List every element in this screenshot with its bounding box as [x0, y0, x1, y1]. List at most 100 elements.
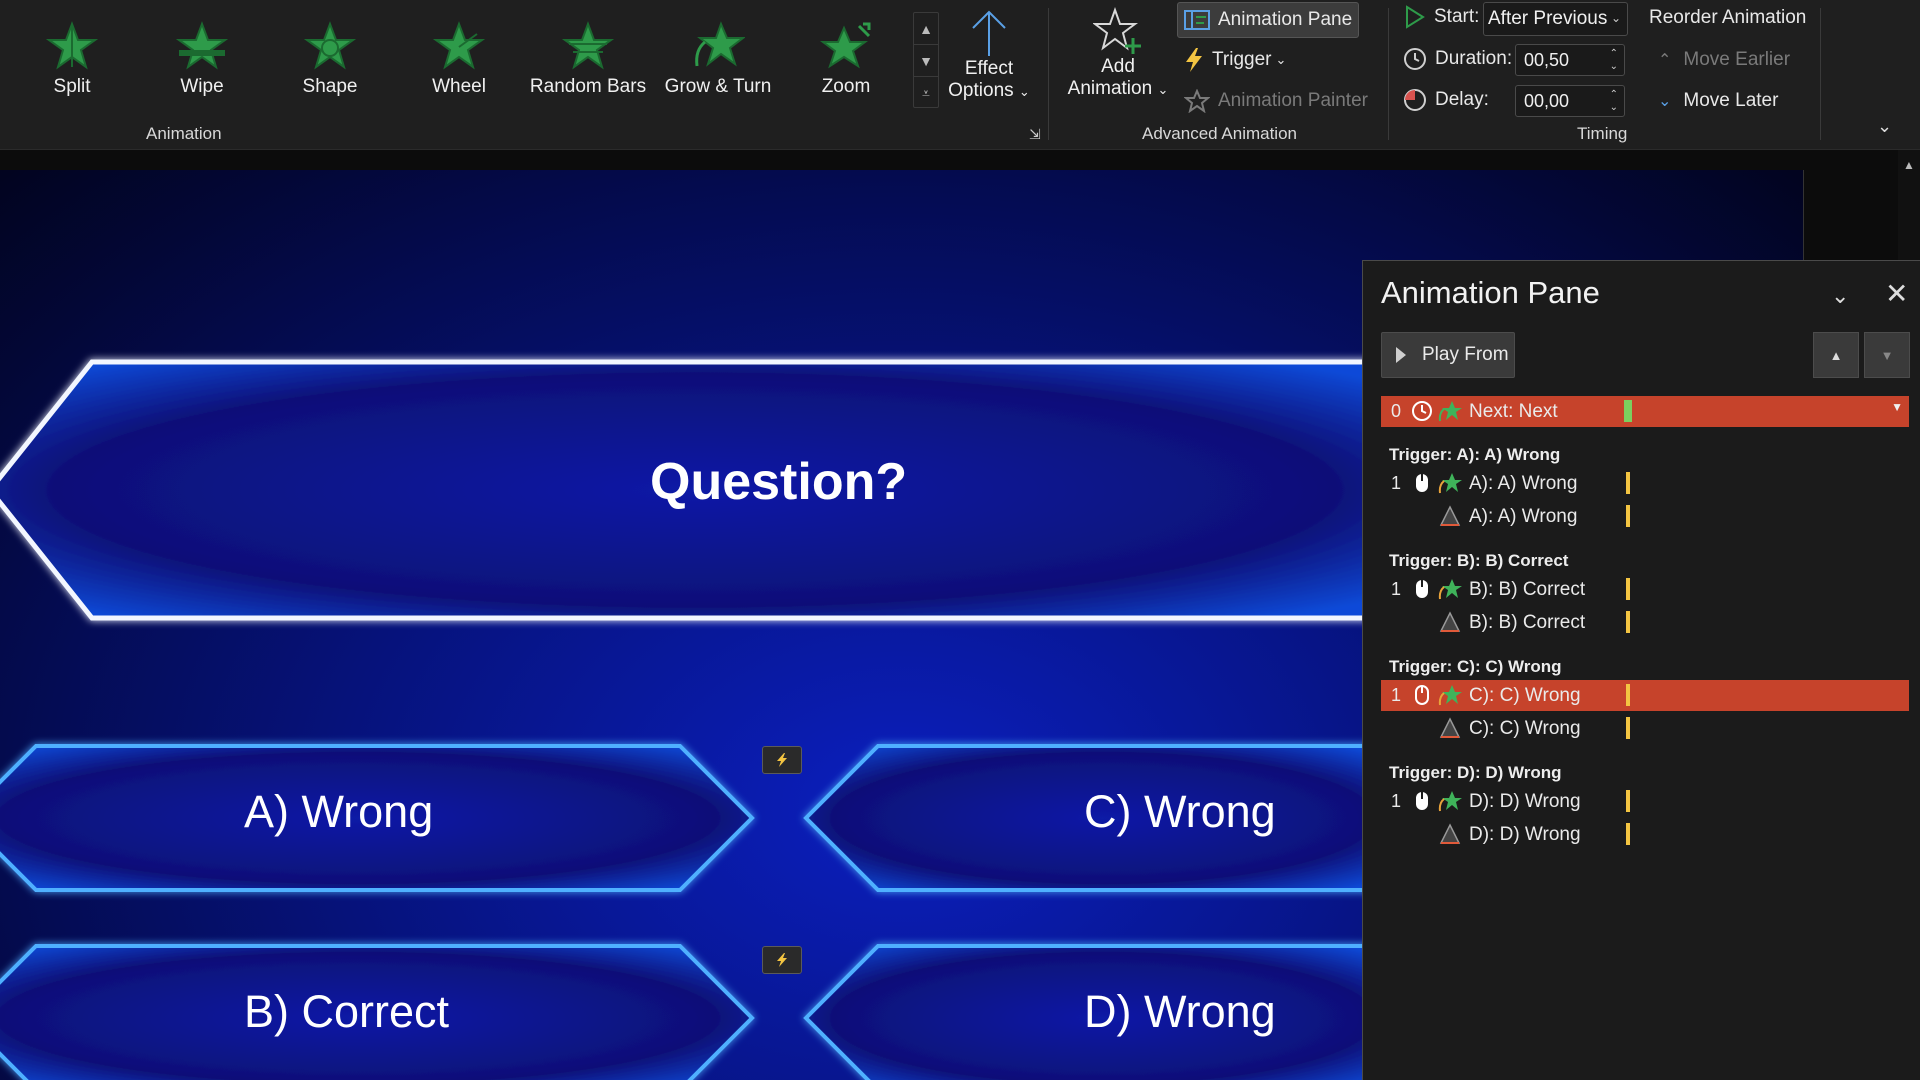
pane-options-chevron-icon[interactable]: ⌄: [1831, 283, 1849, 309]
answer-b-text[interactable]: B) Correct: [244, 986, 449, 1038]
chevron-down-icon: ⌄: [1275, 52, 1287, 67]
play-from-button[interactable]: Play From: [1381, 332, 1515, 378]
scroll-up-icon[interactable]: ▲: [1903, 158, 1915, 172]
animation-item-b-entrance[interactable]: 1 B): B) Correct: [1381, 574, 1909, 605]
duration-spinner[interactable]: 00,50 ⌃ ⌄: [1515, 44, 1625, 76]
question-text[interactable]: Question?: [650, 452, 907, 512]
animation-painter-icon: [1184, 89, 1210, 113]
random-bars-animation-button[interactable]: Random Bars: [528, 20, 648, 100]
shape-star-icon: [303, 21, 357, 70]
split-animation-button[interactable]: Split: [12, 20, 132, 100]
add-animation-star-icon: [1093, 7, 1141, 54]
lightning-icon: [777, 753, 787, 767]
timeline-bar: [1626, 684, 1630, 706]
sound-effect-icon: [1439, 717, 1461, 738]
answer-a-text[interactable]: A) Wrong: [244, 786, 433, 838]
grow-turn-animation-button[interactable]: Grow & Turn: [658, 20, 778, 100]
gallery-down-icon[interactable]: ▼: [914, 45, 938, 77]
after-previous-clock-icon: [1412, 401, 1432, 421]
gallery-more-icon[interactable]: ⩡: [914, 77, 938, 109]
reorder-animation-label: Reorder Animation: [1649, 7, 1807, 28]
animation-item-d-sound[interactable]: D): D) Wrong: [1381, 819, 1909, 850]
animation-trigger-marker[interactable]: [762, 746, 802, 774]
chevron-down-icon: ⌄: [1157, 82, 1169, 97]
animations-ribbon: Split Wipe Shape Wheel Random Bars Grow …: [0, 0, 1920, 150]
add-animation-button[interactable]: Add Animation ⌄: [1058, 6, 1178, 100]
chevron-down-icon: ⌄: [1018, 84, 1030, 99]
lightning-icon: [777, 953, 787, 967]
animation-item-b-sound[interactable]: B): B) Correct: [1381, 607, 1909, 638]
animation-painter-button[interactable]: Animation Painter: [1184, 89, 1368, 113]
ribbon-collapse-icon[interactable]: ⌄: [1877, 116, 1892, 137]
wheel-animation-button[interactable]: Wheel: [399, 20, 519, 100]
move-down-button[interactable]: ▼: [1864, 332, 1910, 378]
answer-c-text[interactable]: C) Wrong: [1084, 786, 1276, 838]
zoom-animation-button[interactable]: Zoom: [786, 20, 906, 100]
timeline-bar: [1626, 505, 1630, 527]
mouse-click-icon: [1416, 792, 1428, 810]
start-select[interactable]: After Previous ⌄: [1483, 2, 1628, 36]
animation-trigger-marker[interactable]: [762, 946, 802, 974]
grow-turn-effect-icon: [1438, 473, 1462, 494]
chevron-up-icon: ⌃: [1658, 52, 1672, 69]
delay-label: Delay:: [1403, 88, 1489, 112]
spinner-arrows-icon[interactable]: ⌃ ⌄: [1610, 88, 1618, 114]
timeline-bar: [1626, 578, 1630, 600]
sound-effect-icon: [1439, 611, 1461, 632]
random-bars-star-icon: [561, 21, 615, 70]
animation-group-label: Animation: [146, 124, 222, 143]
wheel-star-icon: [432, 21, 486, 70]
animation-pane: Animation Pane ⌄ ✕ Play From ▲ ▼ 0 Next:…: [1362, 260, 1920, 1080]
chevron-down-icon[interactable]: ▼: [1891, 400, 1903, 414]
arrow-up-icon: [972, 10, 1006, 56]
animation-item-c-sound[interactable]: C): C) Wrong: [1381, 713, 1909, 744]
play-outline-icon: [1406, 5, 1425, 29]
move-later-button[interactable]: ⌄ Move Later: [1658, 90, 1778, 112]
grow-turn-effect-icon: [1438, 579, 1462, 600]
animation-item-a-sound[interactable]: A): A) Wrong: [1381, 501, 1909, 532]
chevron-down-icon: ⌄: [1658, 93, 1672, 110]
trigger-header-b[interactable]: Trigger: B): B) Correct: [1389, 551, 1568, 571]
grow-turn-effect-icon: [1438, 685, 1462, 706]
animation-item-a-entrance[interactable]: 1 A): A) Wrong: [1381, 468, 1909, 499]
delay-clock-icon: [1404, 89, 1426, 111]
sound-effect-icon: [1439, 823, 1461, 844]
trigger-header-a[interactable]: Trigger: A): A) Wrong: [1389, 445, 1560, 465]
animation-item-next[interactable]: 0 Next: Next ▼: [1381, 396, 1909, 427]
trigger-header-d[interactable]: Trigger: D): D) Wrong: [1389, 763, 1562, 783]
animation-gallery-scroller: ▲ ▼ ⩡: [913, 12, 939, 108]
wipe-animation-button[interactable]: Wipe: [142, 20, 262, 100]
move-earlier-button[interactable]: ⌃ Move Earlier: [1658, 49, 1790, 71]
timeline-bar: [1626, 472, 1630, 494]
group-separator: [1048, 8, 1049, 140]
close-icon[interactable]: ✕: [1885, 277, 1908, 310]
delay-spinner[interactable]: 00,00 ⌃ ⌄: [1515, 85, 1625, 117]
play-icon: [1396, 347, 1406, 363]
trigger-header-c[interactable]: Trigger: C): C) Wrong: [1389, 657, 1562, 677]
mouse-click-icon: [1415, 685, 1429, 705]
timeline-bar: [1626, 611, 1630, 633]
animation-item-d-entrance[interactable]: 1 D): D) Wrong: [1381, 786, 1909, 817]
animation-item-c-entrance[interactable]: 1 C): C) Wrong: [1381, 680, 1909, 711]
chevron-down-icon: ⌄: [1610, 11, 1621, 25]
shape-animation-button[interactable]: Shape: [270, 20, 390, 100]
duration-label: Duration:: [1403, 47, 1512, 71]
trigger-button[interactable]: Trigger ⌄: [1184, 47, 1286, 73]
timeline-bar: [1624, 400, 1632, 422]
clock-icon: [1404, 48, 1426, 70]
answer-d-text[interactable]: D) Wrong: [1084, 986, 1276, 1038]
advanced-animation-group-label: Advanced Animation: [1142, 124, 1297, 143]
animation-pane-button[interactable]: Animation Pane: [1177, 2, 1359, 38]
spinner-arrows-icon[interactable]: ⌃ ⌄: [1610, 47, 1618, 73]
move-up-button[interactable]: ▲: [1813, 332, 1859, 378]
effect-options-button[interactable]: Effect Options ⌄: [945, 8, 1033, 102]
mouse-click-icon: [1416, 580, 1428, 598]
mouse-click-icon: [1416, 474, 1428, 492]
triangle-down-icon: ▼: [1880, 347, 1894, 363]
dialog-launcher-icon[interactable]: ⇲: [1029, 126, 1041, 143]
gallery-up-icon[interactable]: ▲: [914, 13, 938, 45]
triangle-up-icon: ▲: [1829, 347, 1843, 363]
timeline-bar: [1626, 717, 1630, 739]
timeline-bar: [1626, 823, 1630, 845]
animation-pane-icon: [1184, 10, 1210, 30]
